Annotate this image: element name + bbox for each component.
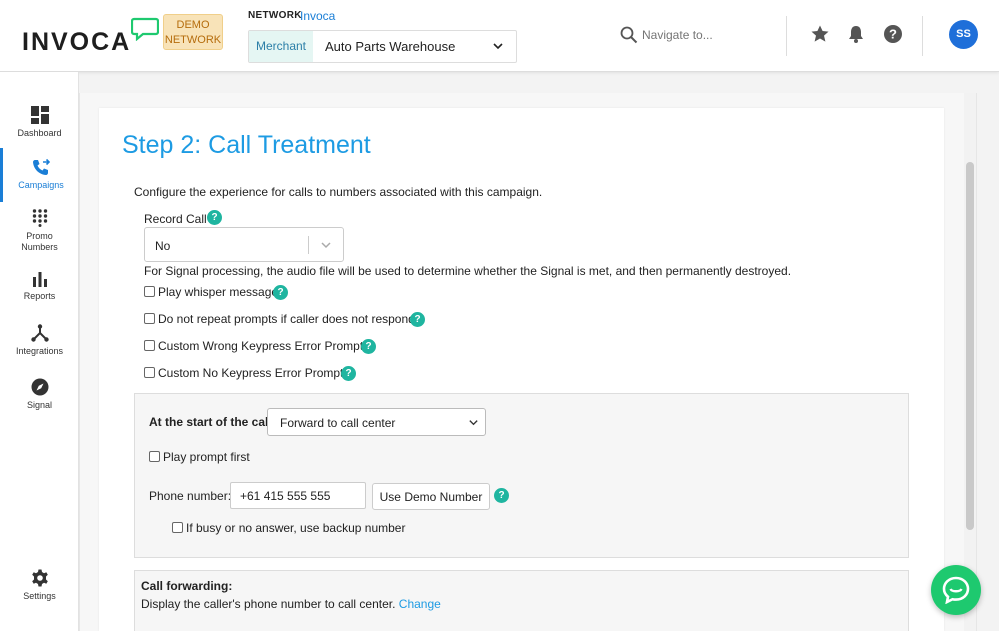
top-header: INVOCA DEMO NETWORK NETWORK Invoca Merch… xyxy=(0,0,999,72)
wrong-keypress-checkbox[interactable] xyxy=(144,340,155,351)
use-demo-number-button[interactable]: Use Demo Number xyxy=(372,483,490,510)
user-avatar[interactable]: SS xyxy=(949,20,978,49)
chevron-down-icon xyxy=(493,43,503,50)
invoca-logo[interactable]: INVOCA xyxy=(22,28,131,57)
chat-bubble-logo-icon xyxy=(131,17,159,41)
no-repeat-label: Do not repeat prompts if caller does not… xyxy=(158,312,415,326)
help-circle-icon[interactable]: ? xyxy=(883,24,903,44)
no-repeat-checkbox[interactable] xyxy=(144,313,155,324)
no-keypress-label: Custom No Keypress Error Prompt xyxy=(158,366,344,380)
call-start-action-value: Forward to call center xyxy=(280,416,396,430)
dashboard-icon xyxy=(30,106,49,124)
help-icon[interactable]: ? xyxy=(207,210,222,225)
sidebar-item-settings[interactable]: Settings xyxy=(0,569,79,602)
chevron-down-icon xyxy=(469,420,478,426)
sidebar-item-label: Signal xyxy=(26,400,53,410)
sidebar-item-promo-numbers[interactable]: Promo Numbers xyxy=(0,209,79,253)
whisper-label: Play whisper message xyxy=(158,285,279,299)
chevron-down-icon xyxy=(321,242,331,249)
bar-chart-icon xyxy=(32,272,47,287)
merchant-selector[interactable]: Merchant Auto Parts Warehouse xyxy=(248,30,517,63)
help-icon[interactable]: ? xyxy=(341,366,356,381)
call-start-label: At the start of the call xyxy=(149,415,272,429)
bell-icon[interactable] xyxy=(846,24,866,44)
help-icon[interactable]: ? xyxy=(494,488,509,503)
keypad-icon xyxy=(32,209,47,227)
sidebar-item-label: Integrations xyxy=(15,346,64,356)
star-icon[interactable] xyxy=(810,24,830,44)
sidebar-item-label: Campaigns xyxy=(18,180,64,190)
merchant-tag: Merchant xyxy=(249,31,313,62)
call-start-action-select[interactable]: Forward to call center xyxy=(267,408,486,436)
chat-icon xyxy=(942,576,970,604)
phone-forward-icon xyxy=(33,158,50,175)
backup-number-checkbox[interactable] xyxy=(172,522,183,533)
sidebar-nav: Dashboard Campaigns Promo Numbers Report… xyxy=(0,72,79,631)
call-forwarding-text: Display the caller's phone number to cal… xyxy=(141,597,441,611)
sidebar-item-label: Dashboard xyxy=(17,128,62,138)
backup-number-label: If busy or no answer, use backup number xyxy=(186,521,406,535)
svg-text:?: ? xyxy=(889,27,897,42)
whisper-checkbox[interactable] xyxy=(144,286,155,297)
sidebar-item-integrations[interactable]: Integrations xyxy=(0,324,79,357)
record-call-select[interactable]: No xyxy=(144,227,344,262)
gear-icon xyxy=(31,569,48,587)
navigate-search-input[interactable] xyxy=(642,26,762,44)
network-value[interactable]: Invoca xyxy=(300,9,335,23)
sidebar-item-label: Promo Numbers xyxy=(21,231,58,252)
sidebar-item-label: Settings xyxy=(23,591,56,601)
wrong-keypress-label: Custom Wrong Keypress Error Prompt xyxy=(158,339,364,353)
sidebar-item-reports[interactable]: Reports xyxy=(0,271,79,302)
sidebar-item-signal[interactable]: Signal xyxy=(0,378,79,411)
phone-number-input[interactable] xyxy=(230,482,366,509)
play-prompt-label: Play prompt first xyxy=(163,450,250,464)
help-icon[interactable]: ? xyxy=(273,285,288,300)
play-prompt-checkbox[interactable] xyxy=(149,451,160,462)
header-divider xyxy=(786,16,787,56)
network-label: NETWORK xyxy=(248,10,302,21)
select-separator xyxy=(308,236,309,254)
sidebar-item-label: Reports xyxy=(23,291,56,301)
help-icon[interactable]: ? xyxy=(361,339,376,354)
no-keypress-checkbox[interactable] xyxy=(144,367,155,378)
record-call-value: No xyxy=(155,239,171,253)
call-forwarding-description: Display the caller's phone number to cal… xyxy=(141,597,396,611)
help-icon[interactable]: ? xyxy=(410,312,425,327)
chat-widget-button[interactable] xyxy=(931,565,981,615)
change-link[interactable]: Change xyxy=(399,597,441,611)
integrations-icon xyxy=(30,324,49,342)
call-forwarding-title: Call forwarding: xyxy=(141,579,233,593)
sidebar-item-dashboard[interactable]: Dashboard xyxy=(0,106,79,139)
compass-icon xyxy=(31,378,48,396)
sidebar-item-campaigns[interactable]: Campaigns xyxy=(0,148,79,202)
phone-number-label: Phone number: xyxy=(149,489,232,503)
scrollbar-thumb[interactable] xyxy=(966,162,974,530)
demo-network-badge: DEMO NETWORK xyxy=(163,14,223,50)
page-title: Step 2: Call Treatment xyxy=(122,131,371,159)
merchant-value: Auto Parts Warehouse xyxy=(325,39,456,54)
record-call-label: Record Call xyxy=(144,212,207,226)
search-icon xyxy=(620,26,638,44)
header-divider xyxy=(922,16,923,56)
signal-processing-note: For Signal processing, the audio file wi… xyxy=(144,264,792,278)
intro-text: Configure the experience for calls to nu… xyxy=(134,185,543,199)
